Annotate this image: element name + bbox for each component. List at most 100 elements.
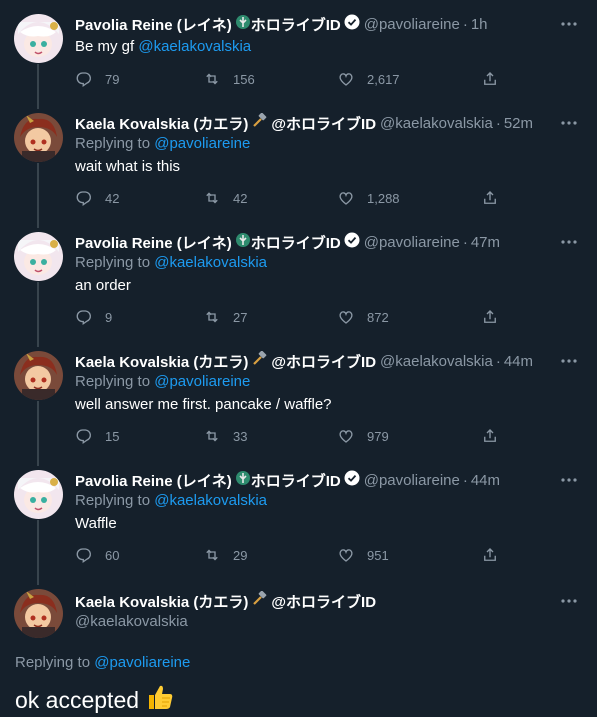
mention-link[interactable]: @kaelakovalskia <box>138 38 251 55</box>
like-button[interactable]: 951 <box>337 545 389 565</box>
reply-icon <box>76 548 91 564</box>
tweet-actions: 9 27 872 <box>75 307 505 327</box>
replying-mention[interactable]: @pavoliareine <box>94 654 190 671</box>
share-button[interactable] <box>481 426 511 446</box>
share-icon <box>484 548 496 561</box>
avatar-kaela[interactable] <box>14 589 63 638</box>
reply-button[interactable]: 79 <box>75 69 119 89</box>
display-name-suffix[interactable]: @ホロライブID <box>271 591 376 612</box>
retweet-count: 29 <box>233 547 248 563</box>
replying-mention[interactable]: @kaelakovalskia <box>154 254 267 271</box>
replying-mention[interactable]: @kaelakovalskia <box>154 492 267 509</box>
replying-to: Replying to @pavoliareine <box>75 135 250 152</box>
display-name[interactable]: Kaela Kovalskia (カエラ) <box>75 351 248 372</box>
display-name[interactable]: Kaela Kovalskia (カエラ) <box>75 591 248 612</box>
share-button[interactable] <box>481 69 511 89</box>
more-icon[interactable] <box>559 234 579 250</box>
share-button[interactable] <box>481 188 511 208</box>
like-button[interactable]: 872 <box>337 307 389 327</box>
tweet[interactable]: Kaela Kovalskia (カエラ) @ホロライブID @kaelakov… <box>0 112 597 213</box>
tweet-header: Kaela Kovalskia (カエラ) @ホロライブID @kaelakov… <box>75 350 533 372</box>
tweet-actions: 60 29 951 <box>75 545 505 565</box>
share-button[interactable] <box>481 545 511 565</box>
user-handle[interactable]: @pavoliareine <box>364 16 460 33</box>
replying-mention[interactable]: @pavoliareine <box>154 373 250 390</box>
user-handle[interactable]: @kaelakovalskia <box>75 613 188 630</box>
peacock-icon <box>235 470 251 490</box>
retweet-button[interactable]: 27 <box>203 307 247 327</box>
display-name-suffix[interactable]: @ホロライブID <box>271 351 376 372</box>
peacock-icon <box>235 14 251 34</box>
share-icon <box>484 191 496 204</box>
like-button[interactable]: 1,288 <box>337 188 400 208</box>
reply-button[interactable]: 9 <box>75 307 112 327</box>
timestamp[interactable]: 44m <box>504 353 533 370</box>
avatar-pavolia[interactable] <box>14 470 63 519</box>
retweet-button[interactable]: 42 <box>203 188 247 208</box>
retweet-icon <box>206 430 218 442</box>
reply-icon <box>76 191 91 207</box>
tweet-text: Waffle <box>75 515 117 532</box>
replying-mention[interactable]: @pavoliareine <box>154 135 250 152</box>
reply-button[interactable]: 60 <box>75 545 119 565</box>
retweet-button[interactable]: 156 <box>203 69 255 89</box>
more-icon[interactable] <box>559 115 579 131</box>
heart-icon <box>339 430 353 443</box>
avatar-kaela[interactable] <box>14 113 63 162</box>
replying-prefix: Replying to <box>75 373 155 390</box>
display-name[interactable]: Kaela Kovalskia (カエラ) <box>75 113 248 134</box>
like-count: 951 <box>367 547 389 563</box>
avatar-pavolia[interactable] <box>14 232 63 281</box>
separator-dot: · <box>462 233 468 251</box>
display-name[interactable]: Pavolia Reine (レイネ) <box>75 232 232 253</box>
avatar-image <box>14 351 63 400</box>
user-handle[interactable]: @kaelakovalskia <box>380 115 493 132</box>
like-button[interactable]: 2,617 <box>337 69 400 89</box>
thumbs-up-icon <box>145 682 175 717</box>
more-icon[interactable] <box>559 16 579 32</box>
replying-prefix: Replying to <box>15 654 95 671</box>
avatar-image <box>14 232 63 281</box>
tweet[interactable]: Kaela Kovalskia (カエラ) @ホロライブID @kaelakov… <box>0 350 597 451</box>
tweet[interactable]: Pavolia Reine (レイネ) ホロライブID @pavoliarein… <box>0 470 597 570</box>
display-name-suffix[interactable]: ホロライブID <box>251 232 341 253</box>
focused-tweet-body: ok accepted <box>15 686 140 713</box>
more-icon[interactable] <box>559 593 579 609</box>
tweet-actions: 79 156 2,617 <box>75 69 505 89</box>
timestamp[interactable]: 1h <box>471 16 488 33</box>
like-button[interactable]: 979 <box>337 426 389 446</box>
more-icon[interactable] <box>559 472 579 488</box>
tweet-text: an order <box>75 277 131 294</box>
display-name[interactable]: Pavolia Reine (レイネ) <box>75 14 232 35</box>
display-name-suffix[interactable]: @ホロライブID <box>271 113 376 134</box>
avatar-kaela[interactable] <box>14 351 63 400</box>
display-name[interactable]: Pavolia Reine (レイネ) <box>75 470 232 491</box>
tweet-actions: 15 33 979 <box>75 426 505 446</box>
tweet[interactable]: Pavolia Reine (レイネ) ホロライブID @pavoliarein… <box>0 14 597 94</box>
share-icon <box>484 429 496 442</box>
user-handle[interactable]: @kaelakovalskia <box>380 353 493 370</box>
timestamp[interactable]: 52m <box>504 115 533 132</box>
reply-button[interactable]: 15 <box>75 426 119 446</box>
tweet[interactable]: Pavolia Reine (レイネ) ホロライブID @pavoliarein… <box>0 232 597 332</box>
retweet-button[interactable]: 29 <box>203 545 247 565</box>
display-name-suffix[interactable]: ホロライブID <box>251 470 341 491</box>
user-handle[interactable]: @pavoliareine <box>364 234 460 251</box>
timestamp[interactable]: 47m <box>471 234 500 251</box>
retweet-icon <box>206 549 218 561</box>
timestamp[interactable]: 44m <box>471 472 500 489</box>
verified-icon <box>344 470 360 490</box>
retweet-button[interactable]: 33 <box>203 426 247 446</box>
user-handle[interactable]: @pavoliareine <box>364 472 460 489</box>
avatar-image <box>14 589 63 638</box>
share-button[interactable] <box>481 307 511 327</box>
display-name-suffix[interactable]: ホロライブID <box>251 14 341 35</box>
hammer-icon <box>251 112 267 133</box>
avatar-image <box>14 14 63 63</box>
retweet-count: 42 <box>233 190 248 206</box>
avatar-pavolia[interactable] <box>14 14 63 63</box>
reply-button[interactable]: 42 <box>75 188 119 208</box>
retweet-count: 156 <box>233 71 255 87</box>
more-icon[interactable] <box>559 353 579 369</box>
tweet-header: Pavolia Reine (レイネ) ホロライブID @pavoliarein… <box>75 232 500 252</box>
